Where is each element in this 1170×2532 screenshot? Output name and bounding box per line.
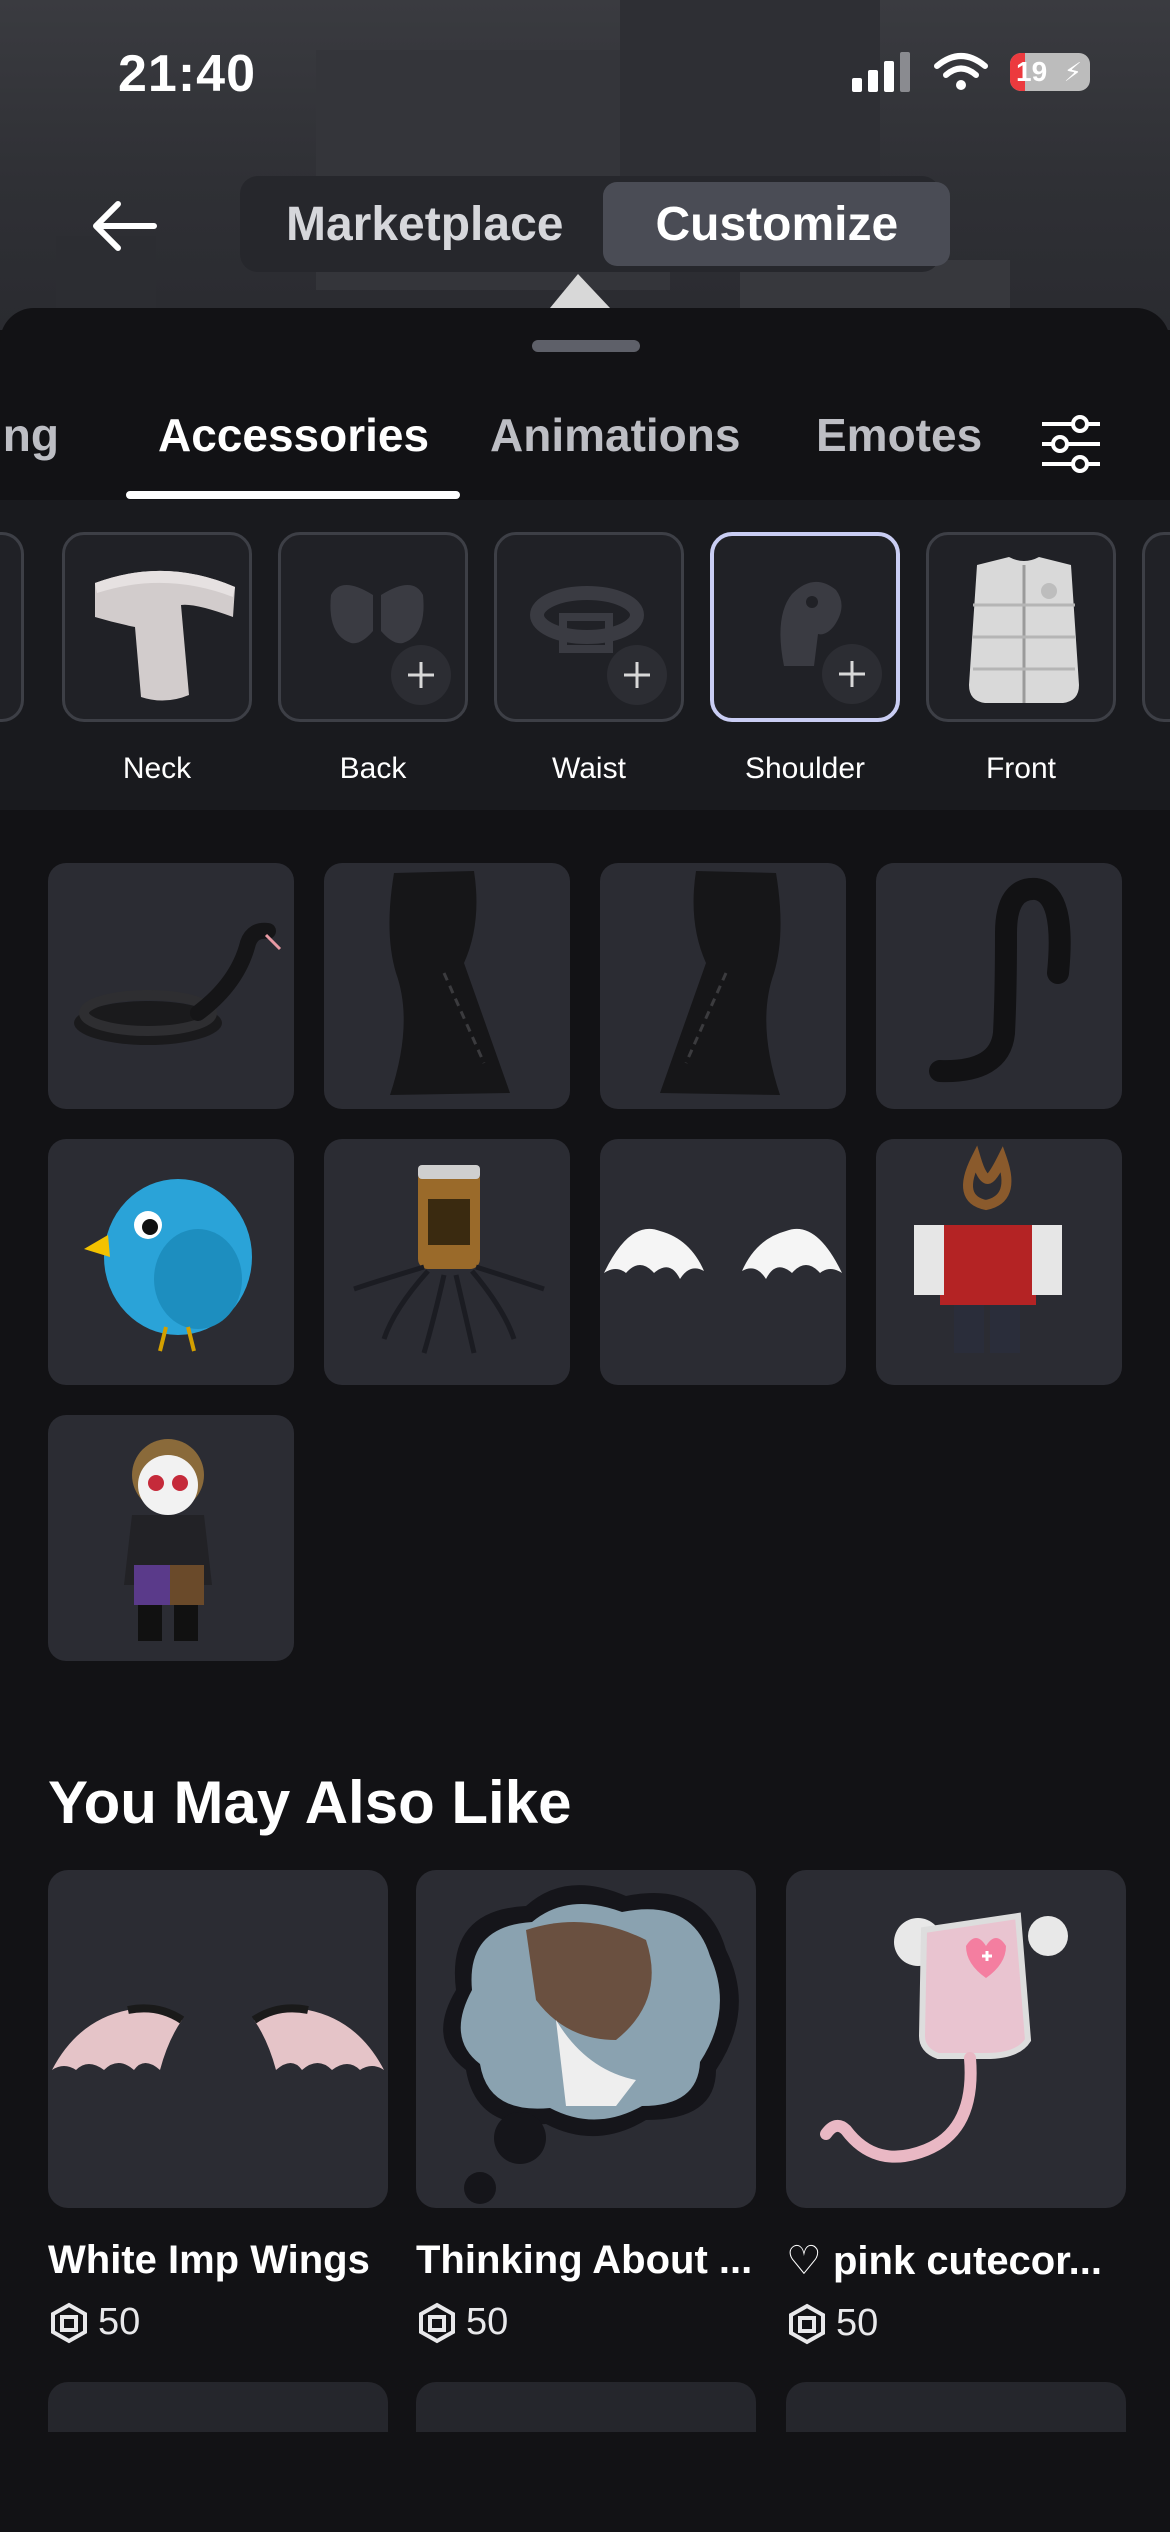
filter-sliders-icon[interactable]: [1040, 414, 1102, 474]
spider-jar-accessory-icon: [353, 1165, 545, 1354]
status-time: 21:40: [118, 45, 256, 103]
category-tabs: ing Accessories Animations Emotes: [0, 408, 1170, 490]
customize-sheet: ing Accessories Animations Emotes Neck: [0, 308, 1170, 2532]
accessory-item[interactable]: [48, 1139, 294, 1385]
item-price: 50: [786, 2302, 1126, 2345]
recommendation-image[interactable]: [786, 1870, 1126, 2208]
slot-label: Front: [985, 752, 1057, 785]
item-name: White Imp Wings: [48, 2238, 370, 2282]
accessory-slots-row: Neck Back Waist Shoulder Front: [0, 500, 1170, 810]
tail-accessory-icon: [929, 877, 1071, 1083]
slot-waist[interactable]: Waist: [494, 532, 684, 786]
accessory-item[interactable]: [600, 1139, 846, 1385]
slot-neck[interactable]: Neck: [62, 532, 252, 786]
avatar-head-tip: [550, 274, 610, 308]
wifi-icon: [934, 53, 988, 90]
item-price: 50: [48, 2301, 388, 2344]
item-price-value: 50: [98, 2301, 141, 2343]
slot-partial-right[interactable]: [1142, 532, 1170, 722]
left-boot-accessory-icon: [389, 871, 510, 1095]
active-tab-indicator: [126, 491, 460, 499]
status-indicators: 19 ⚡: [852, 52, 1090, 92]
robux-icon: [789, 2303, 825, 2344]
blue-bird-accessory-icon: [84, 1179, 252, 1352]
add-plus-icon: [607, 645, 667, 705]
cellular-signal-icon: [852, 52, 910, 92]
item-price-value: 50: [466, 2301, 509, 2343]
imp-wings-icon: [52, 2004, 384, 2070]
tab-customize[interactable]: Customize: [603, 182, 951, 266]
thought-bubble-portrait-icon: [443, 1885, 739, 2204]
accessory-item[interactable]: [876, 863, 1122, 1109]
recommendation-card[interactable]: ♡ pink cutecor... 50: [786, 1870, 1126, 2345]
slot-shoulder[interactable]: Shoulder: [710, 532, 900, 786]
slot-partial-left[interactable]: [0, 532, 24, 722]
slot-box[interactable]: [62, 532, 252, 722]
tab-animations[interactable]: Animations: [490, 408, 740, 462]
battery-icon: 19 ⚡: [1010, 53, 1090, 91]
slot-box[interactable]: [494, 532, 684, 722]
item-name: Thinking About ...: [416, 2238, 753, 2282]
battery-percent: 19: [1016, 56, 1048, 87]
sheet-grabber[interactable]: [532, 340, 640, 352]
recommendation-image[interactable]: [48, 1870, 388, 2208]
accessory-item[interactable]: [324, 863, 570, 1109]
recommendation-card-partial[interactable]: [786, 2382, 1126, 2432]
recommendation-card[interactable]: Thinking About ... 50: [416, 1870, 756, 2344]
back-arrow-icon[interactable]: [90, 196, 160, 256]
neck-scarf-icon: [95, 570, 235, 701]
pink-iv-bag-icon: [820, 1912, 1068, 2163]
tab-clothing-partial[interactable]: ing: [0, 408, 59, 462]
recommendation-card-partial[interactable]: [48, 2382, 388, 2432]
slot-back[interactable]: Back: [278, 532, 468, 786]
puffer-vest-icon: [969, 557, 1079, 703]
recommendation-card-partial[interactable]: [416, 2382, 756, 2432]
accessory-item[interactable]: [876, 1139, 1122, 1385]
accessory-item[interactable]: [48, 863, 294, 1109]
robux-icon: [419, 2302, 455, 2343]
accessory-item[interactable]: [600, 863, 846, 1109]
accessory-item[interactable]: [48, 1415, 294, 1661]
slot-box-selected[interactable]: [710, 532, 900, 722]
slot-box[interactable]: [926, 532, 1116, 722]
top-nav-segmented: Marketplace Customize: [240, 176, 951, 272]
pretzel-shirt-accessory-icon: [914, 1145, 1062, 1353]
slot-label: Shoulder: [744, 752, 866, 785]
recommendations-title: You May Also Like: [48, 1769, 572, 1836]
recommendation-image[interactable]: [416, 1870, 756, 2208]
add-plus-icon: [822, 644, 882, 704]
item-name: ♡ pink cutecor...: [786, 2239, 1102, 2283]
slot-label: Back: [339, 752, 407, 785]
slot-box[interactable]: [278, 532, 468, 722]
white-wings-accessory-icon: [604, 1228, 842, 1279]
item-price: 50: [416, 2301, 756, 2344]
slot-label: Neck: [122, 752, 192, 785]
robux-icon: [51, 2302, 87, 2343]
right-boot-accessory-icon: [660, 871, 781, 1095]
slot-front[interactable]: Front: [926, 532, 1116, 786]
tab-accessories[interactable]: Accessories: [158, 408, 429, 462]
tab-emotes[interactable]: Emotes: [816, 408, 982, 462]
snake-accessory-icon: [74, 922, 282, 1045]
recommendation-card[interactable]: White Imp Wings 50: [48, 1870, 388, 2344]
mini-figure-accessory-icon: [124, 1439, 212, 1641]
accessory-item[interactable]: [324, 1139, 570, 1385]
add-plus-icon: [391, 645, 451, 705]
item-price-value: 50: [836, 2302, 879, 2344]
slot-label: Waist: [552, 752, 626, 785]
charging-bolt-icon: ⚡: [1063, 56, 1082, 87]
tab-marketplace[interactable]: Marketplace: [246, 182, 603, 266]
